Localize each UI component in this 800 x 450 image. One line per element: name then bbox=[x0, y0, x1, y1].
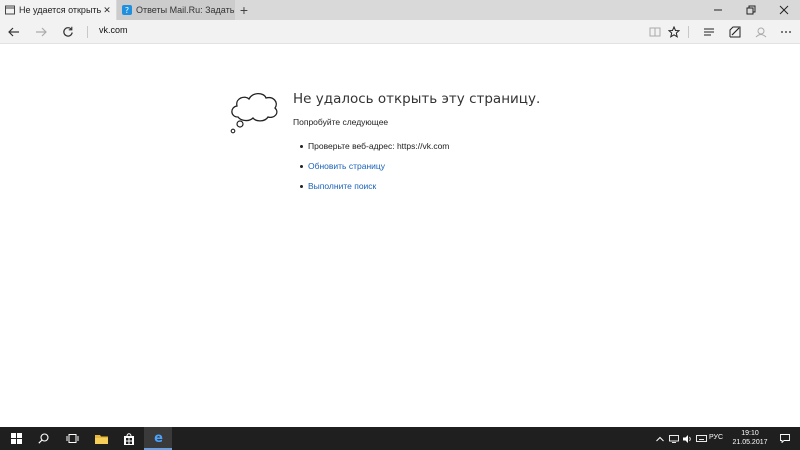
restore-button[interactable] bbox=[734, 0, 767, 20]
new-tab-button[interactable]: + bbox=[236, 0, 252, 20]
start-button[interactable] bbox=[2, 427, 30, 450]
taskbar: e РУС 19:10 21.05.2017 bbox=[0, 427, 800, 450]
more-button[interactable] bbox=[776, 22, 796, 42]
reading-view-button[interactable] bbox=[645, 22, 665, 42]
svg-text:?: ? bbox=[125, 6, 129, 15]
notification-icon bbox=[780, 434, 790, 443]
minimize-icon bbox=[713, 9, 722, 11]
task-view-icon bbox=[66, 434, 78, 443]
error-title: Не удалось открыть эту страницу. bbox=[293, 91, 541, 107]
suggestion-refresh[interactable]: Обновить страницу bbox=[300, 161, 449, 181]
close-tab-icon[interactable]: ✕ bbox=[101, 5, 113, 16]
edge-icon: e bbox=[154, 431, 163, 444]
restore-icon bbox=[746, 5, 755, 15]
address-bar-input[interactable]: vk.com bbox=[99, 25, 128, 35]
mailru-icon: ? bbox=[122, 5, 132, 15]
network-button[interactable] bbox=[668, 427, 680, 450]
show-hidden-icons-button[interactable] bbox=[654, 427, 666, 450]
hub-icon bbox=[704, 28, 714, 36]
toolbar-separator bbox=[87, 26, 88, 38]
close-icon bbox=[779, 5, 788, 15]
forward-arrow-icon bbox=[36, 27, 47, 37]
more-icon bbox=[781, 31, 791, 33]
chevron-up-icon bbox=[656, 436, 664, 441]
keyboard-icon bbox=[695, 435, 707, 442]
svg-text:e: e bbox=[154, 431, 163, 444]
thought-cloud-icon bbox=[230, 92, 278, 134]
close-window-button[interactable] bbox=[767, 0, 800, 20]
share-button[interactable] bbox=[751, 22, 771, 42]
toolbar-separator bbox=[688, 26, 689, 38]
file-explorer-button[interactable] bbox=[87, 427, 115, 450]
store-icon bbox=[124, 432, 134, 445]
clock-date: 21.05.2017 bbox=[732, 439, 768, 446]
error-subtitle: Попробуйте следующее bbox=[293, 117, 389, 127]
search-button[interactable] bbox=[29, 427, 57, 450]
volume-icon bbox=[683, 434, 691, 443]
suggestion-search[interactable]: Выполните поиск bbox=[300, 181, 449, 201]
tab-cannot-open[interactable]: Не удается открыть эту ✕ bbox=[0, 0, 116, 20]
edge-taskbar-button[interactable]: e bbox=[144, 427, 172, 450]
folder-icon bbox=[94, 435, 108, 444]
action-center-button[interactable] bbox=[776, 427, 794, 450]
reading-view-icon bbox=[649, 27, 661, 37]
star-icon bbox=[668, 26, 680, 38]
web-note-icon bbox=[729, 26, 741, 38]
tab-mailru[interactable]: ? Ответы Mail.Ru: Задать воп bbox=[117, 0, 235, 20]
input-language[interactable]: РУС bbox=[709, 434, 723, 441]
page-icon bbox=[5, 5, 15, 15]
forward-button[interactable] bbox=[30, 22, 52, 42]
search-link[interactable]: Выполните поиск bbox=[308, 181, 376, 191]
refresh-icon bbox=[63, 26, 73, 37]
keyboard-button[interactable] bbox=[695, 427, 707, 450]
back-button[interactable] bbox=[3, 22, 25, 42]
minimize-button[interactable] bbox=[701, 0, 734, 20]
tab-strip: Не удается открыть эту ✕ ? Ответы Mail.R… bbox=[0, 0, 800, 20]
suggestions-list: Проверьте веб-адрес: https://vk.com Обно… bbox=[300, 141, 449, 201]
page-content: Не удалось открыть эту страницу. Попробу… bbox=[0, 45, 800, 427]
tab-title: Не удается открыть эту bbox=[19, 5, 101, 15]
windows-icon bbox=[10, 433, 22, 444]
clock[interactable]: 19:10 21.05.2017 bbox=[730, 429, 770, 447]
address-toolbar: vk.com bbox=[0, 20, 800, 44]
task-view-button[interactable] bbox=[58, 427, 86, 450]
refresh-button[interactable] bbox=[57, 22, 79, 42]
web-note-button[interactable] bbox=[725, 22, 745, 42]
share-icon bbox=[755, 27, 767, 38]
network-icon bbox=[669, 434, 679, 443]
refresh-page-link[interactable]: Обновить страницу bbox=[308, 161, 385, 171]
tab-title: Ответы Mail.Ru: Задать воп bbox=[136, 5, 235, 15]
clock-time: 19:10 bbox=[741, 430, 759, 437]
favorite-button[interactable] bbox=[664, 22, 684, 42]
volume-button[interactable] bbox=[682, 427, 694, 450]
search-icon bbox=[37, 433, 49, 444]
suggestion-check-address: Проверьте веб-адрес: https://vk.com bbox=[300, 141, 449, 161]
hub-button[interactable] bbox=[699, 22, 719, 42]
store-button[interactable] bbox=[115, 427, 143, 450]
back-arrow-icon bbox=[8, 27, 19, 37]
suggestion-text: Проверьте веб-адрес: https://vk.com bbox=[308, 141, 450, 151]
